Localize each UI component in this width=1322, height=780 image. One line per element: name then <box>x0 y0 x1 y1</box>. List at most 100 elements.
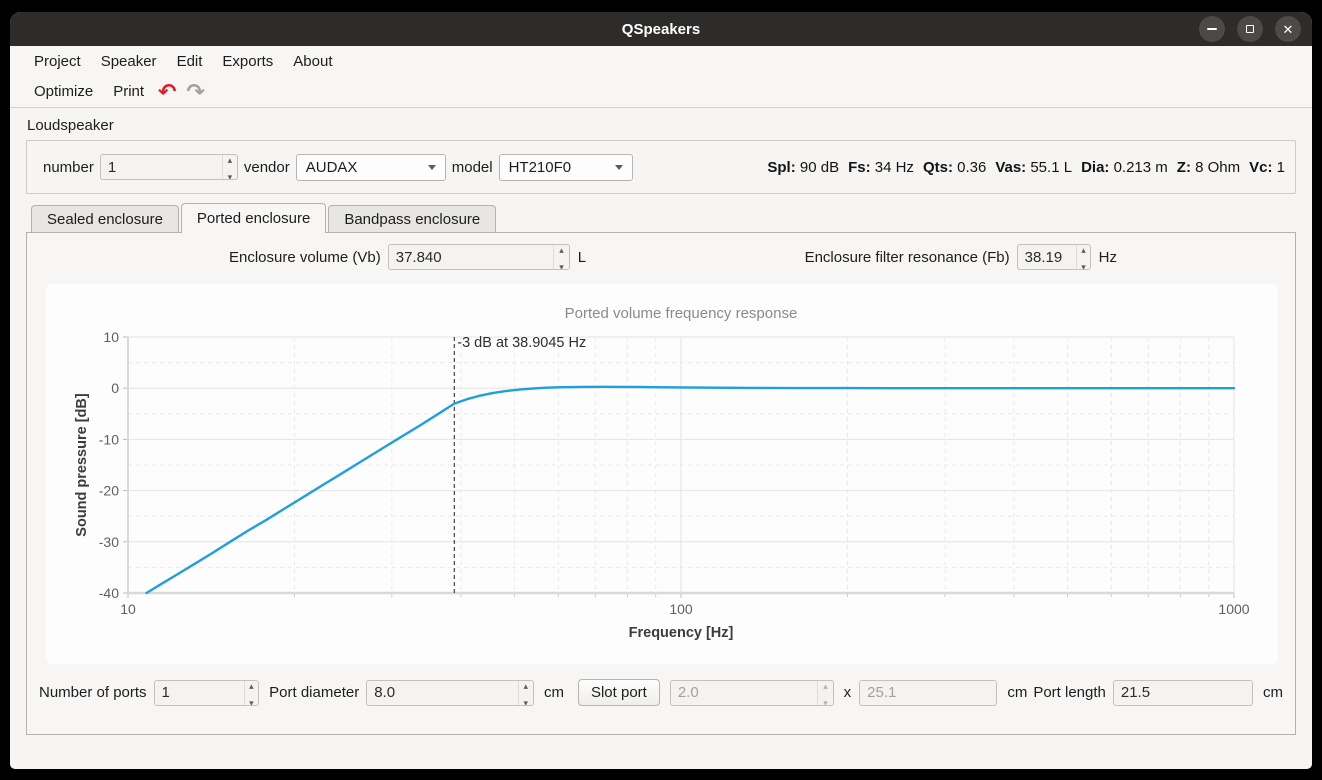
resonance-label: Enclosure filter resonance (Fb) <box>805 249 1010 266</box>
slot-height-field <box>859 680 997 706</box>
main-content: Loudspeaker number vendor AUDAX model HT… <box>10 117 1312 735</box>
volume-unit: L <box>578 249 586 266</box>
model-label: model <box>452 159 493 176</box>
model-dropdown[interactable]: HT210F0 <box>499 154 633 181</box>
vendor-dropdown[interactable]: AUDAX <box>296 154 446 181</box>
y-axis-title: Sound pressure [dB] <box>74 393 90 537</box>
optimize-button[interactable]: Optimize <box>24 79 103 104</box>
y-tick-label: 10 <box>103 329 119 345</box>
port-diameter-input[interactable] <box>367 681 517 705</box>
loudspeaker-group-label: Loudspeaker <box>27 117 1296 134</box>
slot-height-input <box>860 681 996 705</box>
resonance-group: Enclosure filter resonance (Fb) Hz <box>805 244 1117 270</box>
number-of-ports-label: Number of ports <box>39 684 147 701</box>
number-label: number <box>43 159 94 176</box>
volume-group: Enclosure volume (Vb) L <box>229 244 586 270</box>
slot-dimensions-separator: x <box>844 684 852 701</box>
close-button[interactable]: ✕ <box>1275 16 1301 42</box>
number-of-ports-input[interactable] <box>155 681 244 705</box>
number-of-ports-spinbox[interactable] <box>154 680 260 706</box>
resonance-spinbox[interactable] <box>1017 244 1091 270</box>
redo-icon[interactable]: ↷ <box>186 82 204 102</box>
chevron-down-icon <box>428 165 436 170</box>
print-button[interactable]: Print <box>103 79 154 104</box>
port-length-input[interactable] <box>1114 681 1252 705</box>
port-diameter-spinbox[interactable] <box>366 680 534 706</box>
vendor-value: AUDAX <box>306 159 358 176</box>
slot-width-spinbox <box>670 680 834 706</box>
titlebar: QSpeakers ✕ <box>10 12 1312 46</box>
y-tick-label: -10 <box>99 431 119 447</box>
maximize-button[interactable] <box>1237 16 1263 42</box>
x-tick-label: 100 <box>669 601 693 617</box>
close-icon: ✕ <box>1283 23 1294 36</box>
volume-spinbox[interactable] <box>388 244 570 270</box>
y-tick-label: -30 <box>99 534 119 550</box>
chevron-down-icon <box>615 165 623 170</box>
spinner-arrows-icon[interactable] <box>1076 245 1089 269</box>
port-controls-row: Number of ports Port diameter cm Slot po… <box>39 679 1283 706</box>
minus3db-annotation: -3 dB at 38.9045 Hz <box>457 335 586 351</box>
x-tick-label: 10 <box>120 601 136 617</box>
vendor-label: vendor <box>244 159 290 176</box>
x-axis-title: Frequency [Hz] <box>629 625 734 641</box>
slot-width-input <box>671 681 817 705</box>
spec-vas: Vas: 55.1 L <box>995 159 1072 176</box>
y-tick-label: 0 <box>111 380 119 396</box>
spec-fs: Fs: 34 Hz <box>848 159 914 176</box>
spinner-arrows-icon[interactable] <box>518 681 533 705</box>
speaker-number-input[interactable] <box>101 155 222 179</box>
port-diameter-label: Port diameter <box>269 684 359 701</box>
menu-edit[interactable]: Edit <box>167 49 213 74</box>
undo-icon[interactable]: ↶ <box>158 82 176 102</box>
spec-dia: Dia: 0.213 m <box>1081 159 1168 176</box>
spec-z: Z: 8 Ohm <box>1177 159 1240 176</box>
volume-label: Enclosure volume (Vb) <box>229 249 381 266</box>
port-diameter-unit: cm <box>544 684 564 701</box>
menu-speaker[interactable]: Speaker <box>91 49 167 74</box>
resonance-unit: Hz <box>1099 249 1117 266</box>
minimize-button[interactable] <box>1199 16 1225 42</box>
spec-vc: Vc: 1 <box>1249 159 1285 176</box>
enclosure-params-row: Enclosure volume (Vb) L Enclosure filter… <box>39 243 1283 271</box>
tab-sealed-enclosure[interactable]: Sealed enclosure <box>31 205 179 232</box>
response-curve <box>147 387 1235 593</box>
menu-exports[interactable]: Exports <box>212 49 283 74</box>
spinner-arrows-icon[interactable] <box>222 155 237 179</box>
menubar: Project Speaker Edit Exports About <box>10 46 1312 76</box>
y-tick-label: -20 <box>99 483 119 499</box>
spinner-arrows-icon[interactable] <box>244 681 258 705</box>
enclosure-tabbar: Sealed enclosure Ported enclosure Bandpa… <box>26 203 1296 232</box>
chart-title: Ported volume frequency response <box>565 305 798 322</box>
app-window: QSpeakers ✕ Project Speaker Edit Exports… <box>10 12 1312 769</box>
resonance-input[interactable] <box>1018 245 1077 269</box>
volume-input[interactable] <box>389 245 554 269</box>
maximize-icon <box>1246 25 1254 33</box>
minimize-icon <box>1207 28 1217 30</box>
tab-bandpass-enclosure[interactable]: Bandpass enclosure <box>328 205 496 232</box>
model-value: HT210F0 <box>509 159 572 176</box>
spinner-arrows-icon <box>817 681 832 705</box>
spec-qts: Qts: 0.36 <box>923 159 986 176</box>
ported-enclosure-pane: Enclosure volume (Vb) L Enclosure filter… <box>26 232 1296 735</box>
port-length-field[interactable] <box>1113 680 1253 706</box>
spinner-arrows-icon[interactable] <box>553 245 569 269</box>
tab-ported-enclosure[interactable]: Ported enclosure <box>181 203 326 233</box>
chart-panel: 101001000100-10-20-30-40-3 dB at 38.9045… <box>46 284 1278 664</box>
menu-project[interactable]: Project <box>24 49 91 74</box>
slot-port-button[interactable]: Slot port <box>578 679 660 706</box>
x-tick-label: 1000 <box>1218 601 1249 617</box>
port-length-label: Port length <box>1033 684 1106 701</box>
slot-unit: cm <box>1007 684 1027 701</box>
spec-spl: Spl: 90 dB <box>767 159 839 176</box>
window-controls: ✕ <box>1199 16 1301 42</box>
speaker-specs: Spl: 90 dB Fs: 34 Hz Qts: 0.36 Vas: 55.1… <box>767 159 1285 176</box>
speaker-number-spinbox[interactable] <box>100 154 238 180</box>
menu-about[interactable]: About <box>283 49 342 74</box>
port-length-unit: cm <box>1263 684 1283 701</box>
loudspeaker-groupbox: number vendor AUDAX model HT210F0 Spl: 9… <box>26 140 1296 194</box>
toolbar: Optimize Print ↶ ↷ <box>10 76 1312 108</box>
y-tick-label: -40 <box>99 585 119 601</box>
window-title: QSpeakers <box>10 21 1312 38</box>
frequency-response-chart: 101001000100-10-20-30-40-3 dB at 38.9045… <box>46 284 1278 664</box>
